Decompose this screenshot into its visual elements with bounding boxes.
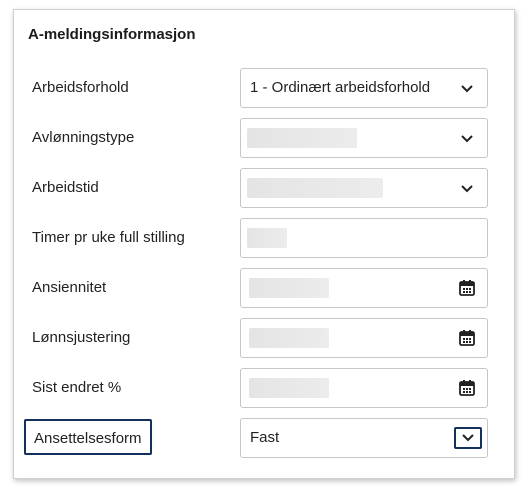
chevron-down-icon[interactable] (459, 130, 475, 146)
arbeidstid-label: Arbeidstid (32, 179, 99, 196)
redacted-value (249, 328, 329, 348)
ansiennitet-date-input[interactable] (240, 268, 488, 308)
arbeidsforhold-value: 1 - Ordinært arbeidsforhold (250, 79, 431, 96)
calendar-icon[interactable] (458, 379, 476, 397)
row-lonnsjustering: Lønnsjustering (14, 318, 514, 358)
calendar-icon[interactable] (458, 279, 476, 297)
timer-pr-uke-label: Timer pr uke full stilling (32, 229, 185, 246)
arbeidstid-select[interactable] (240, 168, 488, 208)
chevron-down-icon[interactable] (459, 180, 475, 196)
chevron-down-icon[interactable] (459, 80, 475, 96)
lonnsjustering-date-input[interactable] (240, 318, 488, 358)
arbeidsforhold-select[interactable]: 1 - Ordinært arbeidsforhold (240, 68, 488, 108)
avlonningstype-select[interactable] (240, 118, 488, 158)
row-ansiennitet: Ansiennitet (14, 268, 514, 308)
row-ansettelsesform: Ansettelsesform Fast (14, 418, 514, 458)
avlonningstype-label: Avlønningstype (32, 129, 135, 146)
chevron-down-icon (462, 434, 474, 442)
row-avlonningstype: Avlønningstype (14, 118, 514, 158)
redacted-value (247, 178, 383, 198)
ansettelsesform-select[interactable]: Fast (240, 418, 488, 458)
ansettelsesform-label: Ansettelsesform (24, 419, 152, 455)
ansiennitet-label: Ansiennitet (32, 279, 107, 296)
row-timer-pr-uke: Timer pr uke full stilling (14, 218, 514, 258)
ansettelsesform-dropdown-toggle[interactable] (454, 427, 482, 449)
redacted-value (249, 278, 329, 298)
arbeidsforhold-label: Arbeidsforhold (32, 79, 129, 96)
sist-endret-date-input[interactable] (240, 368, 488, 408)
sist-endret-label: Sist endret % (32, 379, 122, 396)
timer-pr-uke-input[interactable] (240, 218, 488, 258)
row-sist-endret: Sist endret % (14, 368, 514, 408)
section-title: A-meldingsinformasjon (28, 26, 196, 43)
row-arbeidsforhold: Arbeidsforhold 1 - Ordinært arbeidsforho… (14, 68, 514, 108)
ansettelsesform-value: Fast (250, 429, 280, 446)
redacted-value (247, 128, 357, 148)
lonnsjustering-label: Lønnsjustering (32, 329, 131, 346)
redacted-value (247, 228, 287, 248)
row-arbeidstid: Arbeidstid (14, 168, 514, 208)
redacted-value (249, 378, 329, 398)
a-melding-panel: A-meldingsinformasjon Arbeidsforhold 1 -… (13, 9, 515, 479)
calendar-icon[interactable] (458, 329, 476, 347)
